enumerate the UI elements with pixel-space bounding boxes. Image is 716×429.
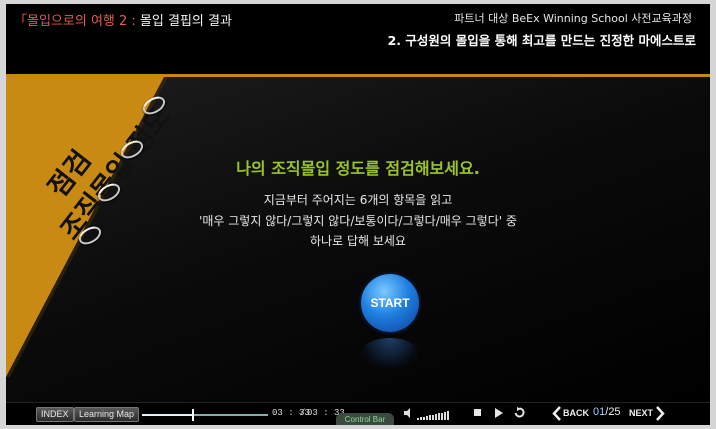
course-name: 파트너 대상 BeEx Winning School 사전교육과정 bbox=[454, 12, 692, 25]
stop-icon[interactable] bbox=[474, 409, 482, 420]
control-bar: INDEX Learning Map 03 : 33 / 03 : 33 Con… bbox=[6, 402, 710, 425]
start-button-reflection bbox=[361, 338, 419, 368]
replay-icon[interactable] bbox=[514, 407, 525, 421]
index-button[interactable]: INDEX bbox=[36, 407, 74, 422]
back-arrow-icon[interactable] bbox=[552, 406, 562, 424]
lesson-title-part1: 몰입으로의 여행 2 : bbox=[27, 14, 136, 29]
page-indicator: 01/25 bbox=[593, 406, 621, 418]
play-icon[interactable] bbox=[495, 408, 504, 421]
page-current: 01 bbox=[593, 406, 606, 418]
volume-slider[interactable] bbox=[417, 411, 449, 420]
back-button[interactable]: BACK bbox=[563, 408, 589, 418]
lesson-title-part2: 몰입 결핍의 결과 bbox=[135, 14, 232, 29]
volume-icon[interactable] bbox=[404, 408, 414, 421]
time-separator: / bbox=[300, 408, 306, 418]
start-button[interactable]: START bbox=[361, 274, 419, 332]
seek-thumb[interactable] bbox=[192, 409, 195, 421]
lesson-title: 「몰입으로의 여행 2 : 몰입 결핍의 결과 bbox=[14, 10, 232, 29]
seek-bar-fill bbox=[142, 414, 193, 416]
page-total: 25 bbox=[608, 406, 621, 418]
lesson-bracket: 「 bbox=[14, 14, 28, 29]
instruction-line2: '매우 그렇지 않다/그렇지 않다/보통이다/그렇다/매우 그렇다' 중 bbox=[199, 214, 517, 228]
content-title: 나의 조직몰입 정도를 점검해보세요. bbox=[236, 159, 480, 178]
chapter-title: 2. 구성원의 몰입을 통해 최고를 만드는 진정한 마에스트로 bbox=[387, 33, 696, 48]
control-bar-tab[interactable]: Control Bar bbox=[336, 413, 394, 425]
instruction-line1: 지금부터 주어지는 6개의 항목을 읽고 bbox=[263, 193, 453, 207]
instruction-line3: 하나로 답해 보세요 bbox=[310, 234, 406, 248]
player-screen: 「몰입으로의 여행 2 : 몰입 결핍의 결과 파트너 대상 BeEx Winn… bbox=[6, 4, 710, 425]
start-button-label: START bbox=[370, 296, 410, 310]
header: 「몰입으로의 여행 2 : 몰입 결핍의 결과 파트너 대상 BeEx Winn… bbox=[6, 4, 710, 77]
next-button[interactable]: NEXT bbox=[629, 408, 653, 418]
seek-bar[interactable] bbox=[142, 409, 268, 421]
window-frame: 「몰입으로의 여행 2 : 몰입 결핍의 결과 파트너 대상 BeEx Winn… bbox=[0, 0, 716, 429]
next-arrow-icon[interactable] bbox=[655, 406, 665, 424]
learning-map-button[interactable]: Learning Map bbox=[74, 407, 140, 422]
